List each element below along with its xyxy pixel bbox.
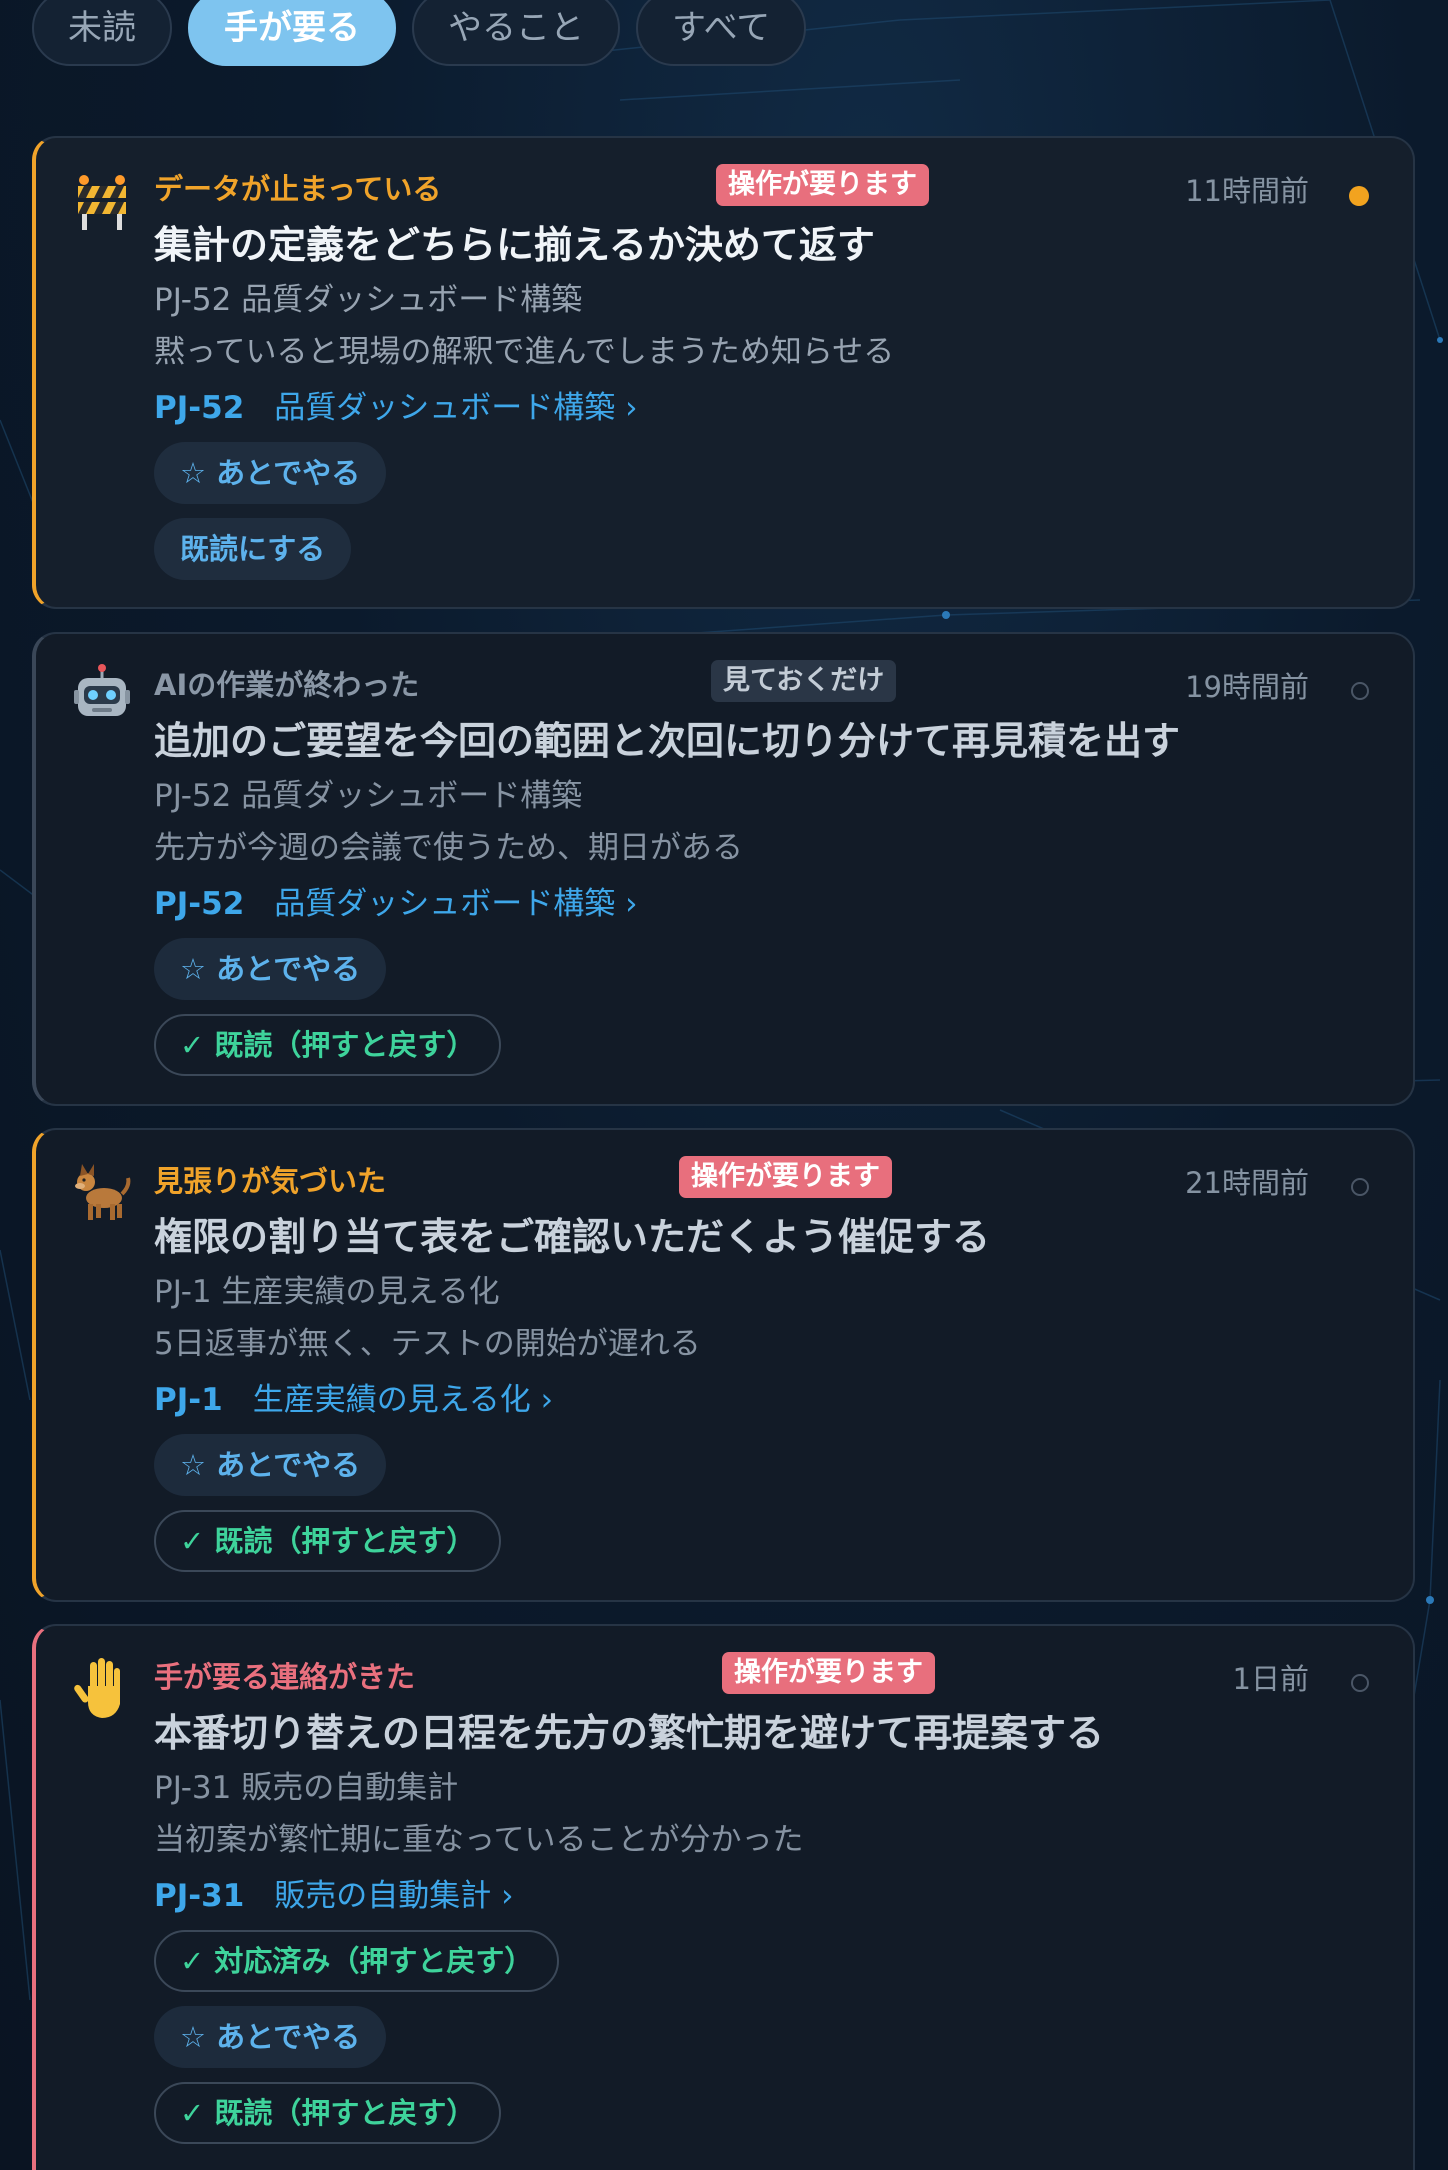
status-badge: 見ておくだけ xyxy=(711,660,897,702)
dog-icon xyxy=(75,1164,131,1220)
card-category: データが止まっている xyxy=(154,172,442,206)
unread-dot[interactable] xyxy=(1351,1178,1369,1196)
later-button[interactable]: ☆ あとでやる xyxy=(154,1434,387,1496)
page: 未読 手が要る やること すべて データが止まっている 操作が要ります 11時間… xyxy=(0,0,1448,2170)
tab-needs-hand[interactable]: 手が要る xyxy=(188,0,396,66)
card-reason: 当初案が繁忙期に重なっていることが分かった xyxy=(154,1822,804,1858)
filter-tabs: 未読 手が要る やること すべて xyxy=(32,0,807,66)
card-project: PJ-1 生産実績の見える化 xyxy=(154,1274,500,1310)
read-toggle-button[interactable]: ✓ 既読（押すと戻す） xyxy=(154,1014,502,1076)
notification-card[interactable]: 手が要る連絡がきた 操作が要ります 1日前 本番切り替えの日程を先方の繁忙期を避… xyxy=(32,1624,1415,2170)
card-category: 手が要る連絡がきた xyxy=(154,1660,416,1694)
done-toggle-button[interactable]: ✓ 対応済み（押すと戻す） xyxy=(154,1930,560,1992)
card-category: AIの作業が終わった xyxy=(154,668,420,702)
later-button[interactable]: ☆ あとでやる xyxy=(154,938,387,1000)
unread-dot[interactable] xyxy=(1351,682,1369,700)
project-link[interactable]: PJ-1 生産実績の見える化 › xyxy=(154,1374,553,1419)
later-button[interactable]: ☆ あとでやる xyxy=(154,442,387,504)
tab-unread[interactable]: 未読 xyxy=(32,0,172,66)
card-timestamp: 21時間前 xyxy=(1185,1166,1309,1200)
project-code: PJ-1 xyxy=(154,1382,223,1418)
project-link[interactable]: PJ-31 販売の自動集計 › xyxy=(154,1870,514,1915)
project-link-label: 品質ダッシュボード構築 › xyxy=(274,886,638,922)
later-button[interactable]: ☆ あとでやる xyxy=(154,2006,387,2068)
card-title: 集計の定義をどちらに揃えるか決めて返す xyxy=(154,223,875,267)
tab-todo[interactable]: やること xyxy=(412,0,620,66)
card-title: 本番切り替えの日程を先方の繁忙期を避けて再提案する xyxy=(154,1711,1105,1755)
status-badge: 操作が要ります xyxy=(722,1652,935,1694)
project-link-label: 販売の自動集計 › xyxy=(274,1878,514,1914)
robot-icon xyxy=(74,664,130,716)
read-toggle-button[interactable]: ✓ 既読（押すと戻す） xyxy=(154,2082,502,2144)
project-code: PJ-52 xyxy=(154,390,245,426)
card-reason: 5日返事が無く、テストの開始が遅れる xyxy=(154,1326,701,1362)
status-badge: 操作が要ります xyxy=(679,1156,892,1198)
card-timestamp: 19時間前 xyxy=(1185,670,1309,704)
card-project: PJ-52 品質ダッシュボード構築 xyxy=(154,778,583,814)
status-badge: 操作が要ります xyxy=(716,164,929,206)
card-timestamp: 1日前 xyxy=(1232,1662,1309,1696)
card-reason: 黙っていると現場の解釈で進んでしまうため知らせる xyxy=(154,334,895,370)
notification-card[interactable]: AIの作業が終わった 見ておくだけ 19時間前 追加のご要望を今回の範囲と次回に… xyxy=(32,632,1415,1106)
notification-card[interactable]: データが止まっている 操作が要ります 11時間前 集計の定義をどちらに揃えるか決… xyxy=(32,136,1415,609)
card-project: PJ-31 販売の自動集計 xyxy=(154,1770,459,1806)
project-link-label: 品質ダッシュボード構築 › xyxy=(274,390,638,426)
project-code: PJ-31 xyxy=(154,1878,245,1914)
card-title: 追加のご要望を今回の範囲と次回に切り分けて再見積を出す xyxy=(154,719,1181,763)
card-reason: 先方が今週の会議で使うため、期日がある xyxy=(154,830,743,866)
notification-card[interactable]: 見張りが気づいた 操作が要ります 21時間前 権限の割り当て表をご確認いただくよ… xyxy=(32,1128,1415,1602)
unread-dot[interactable] xyxy=(1351,1674,1369,1692)
tab-all[interactable]: すべて xyxy=(636,0,807,66)
unread-dot[interactable] xyxy=(1349,186,1369,206)
raised-hand-icon xyxy=(74,1658,120,1718)
project-link[interactable]: PJ-52 品質ダッシュボード構築 › xyxy=(154,878,638,923)
project-link-label: 生産実績の見える化 › xyxy=(252,1382,554,1418)
card-title: 権限の割り当て表をご確認いただくよう催促する xyxy=(154,1215,991,1259)
card-category: 見張りが気づいた xyxy=(154,1164,387,1198)
roadblock-icon xyxy=(78,175,126,230)
read-toggle-button[interactable]: ✓ 既読（押すと戻す） xyxy=(154,1510,502,1572)
project-code: PJ-52 xyxy=(154,886,245,922)
project-link[interactable]: PJ-52 品質ダッシュボード構築 › xyxy=(154,382,638,427)
card-project: PJ-52 品質ダッシュボード構築 xyxy=(154,282,583,318)
mark-read-button[interactable]: 既読にする xyxy=(154,518,352,580)
card-timestamp: 11時間前 xyxy=(1185,174,1309,208)
